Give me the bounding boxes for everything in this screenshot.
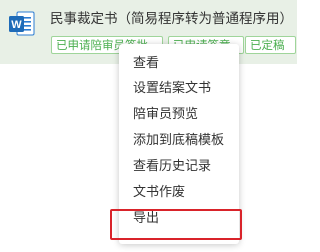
menu-item-view[interactable]: 查看 <box>119 51 239 77</box>
word-icon: W <box>9 11 35 36</box>
menu-item-set-closing-document[interactable]: 设置结案文书 <box>119 76 239 102</box>
document-title[interactable]: 民事裁定书（简易程序转为普通程序用） <box>50 10 297 28</box>
menu-item-juror-preview[interactable]: 陪审员预览 <box>119 102 239 128</box>
menu-item-view-history[interactable]: 查看历史记录 <box>119 154 239 180</box>
context-menu: 查看 设置结案文书 陪审员预览 添加到底稿模板 查看历史记录 文书作废 导出 <box>119 44 239 244</box>
status-tag-finalized: 已定稿 <box>245 36 296 54</box>
svg-text:W: W <box>11 19 22 31</box>
menu-item-add-to-template[interactable]: 添加到底稿模板 <box>119 128 239 154</box>
menu-item-void-document[interactable]: 文书作废 <box>119 180 239 206</box>
menu-item-export[interactable]: 导出 <box>119 206 239 232</box>
